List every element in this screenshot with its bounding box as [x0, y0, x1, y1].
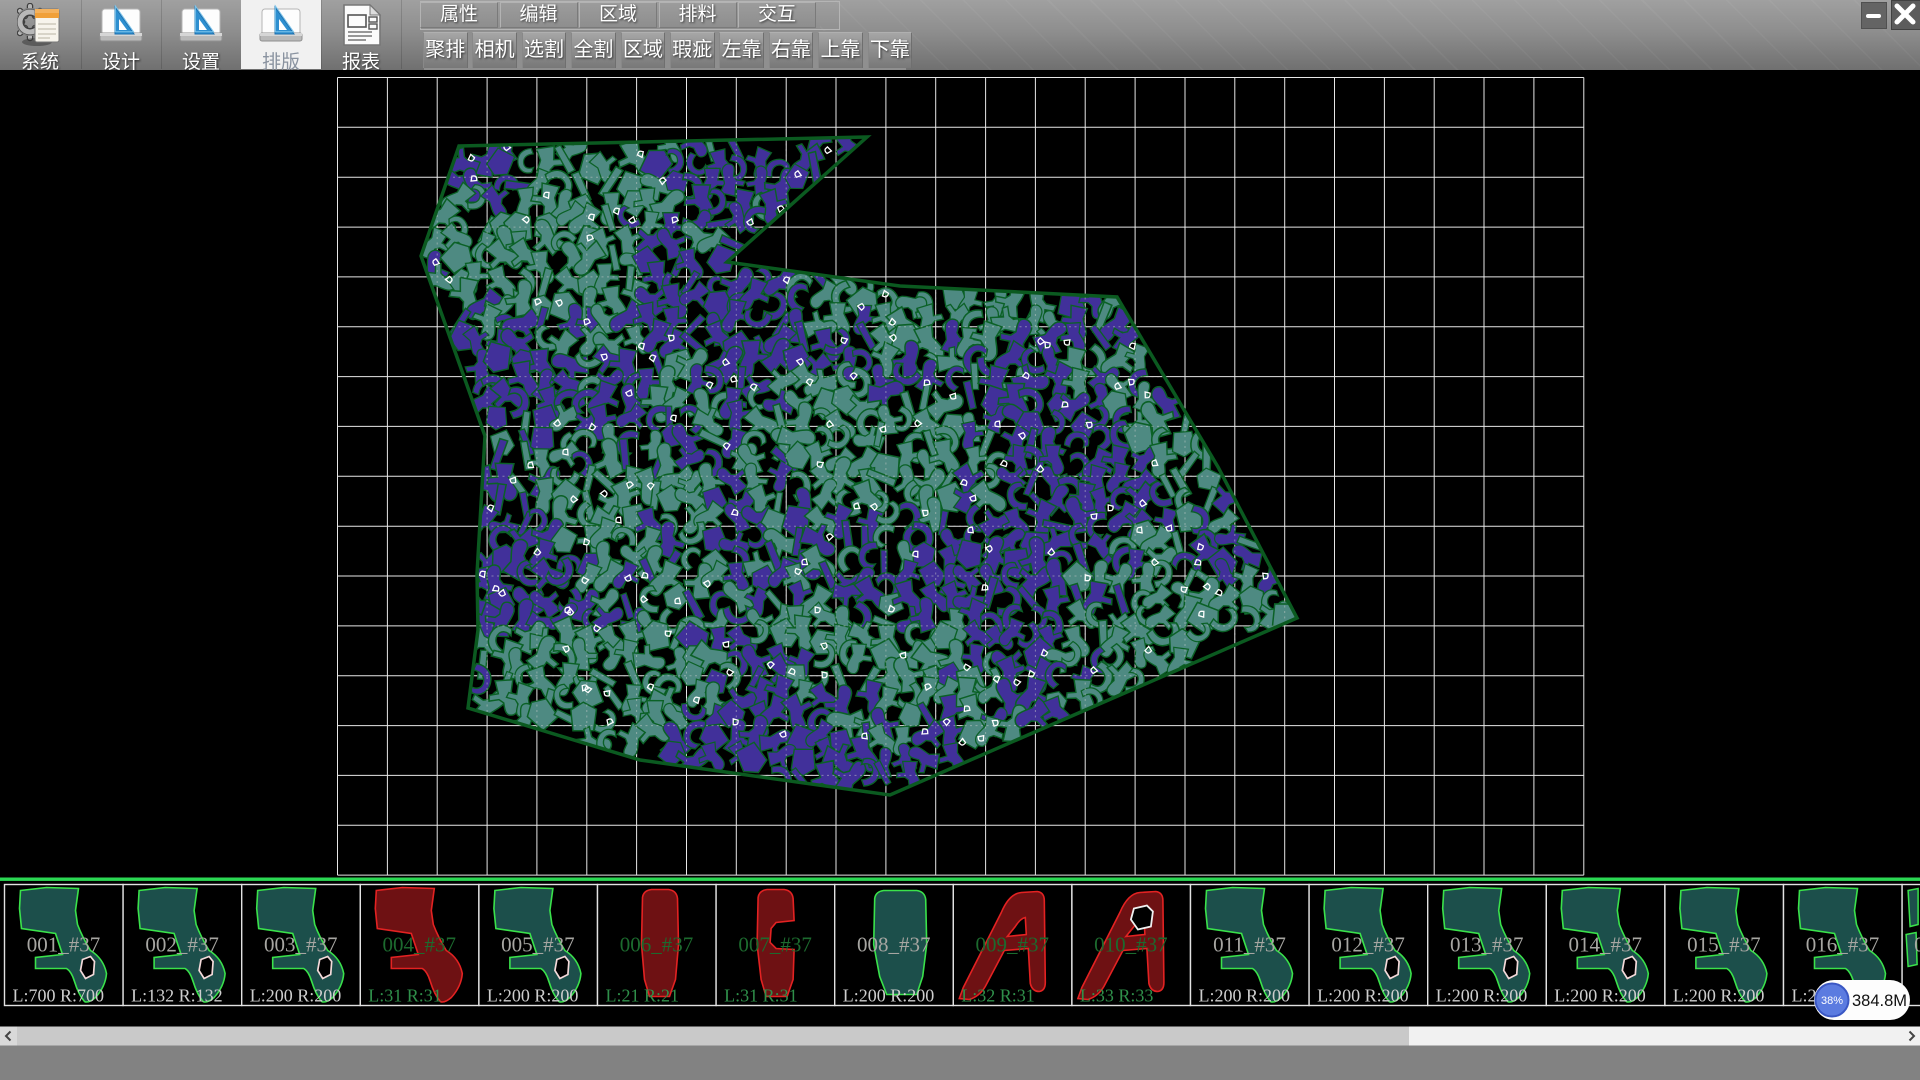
svg-text:L:31 R:31: L:31 R:31: [724, 986, 798, 1006]
svg-text:016_#37: 016_#37: [1806, 933, 1880, 957]
svg-text:013_#37: 013_#37: [1450, 933, 1524, 957]
svg-text:004_#37: 004_#37: [383, 933, 457, 957]
svg-text:014_#37: 014_#37: [1569, 933, 1643, 957]
svg-text:38%: 38%: [1821, 995, 1843, 1007]
svg-text:L:200 R:200: L:200 R:200: [1199, 986, 1291, 1006]
svg-text:L:200 R:200: L:200 R:200: [1554, 986, 1646, 1006]
svg-text:007_#37: 007_#37: [738, 933, 812, 957]
svg-text:0: 0: [1914, 933, 1920, 957]
svg-text:006_#37: 006_#37: [620, 933, 694, 957]
svg-text:009_#37: 009_#37: [976, 933, 1050, 957]
svg-text:L:700 R:700: L:700 R:700: [13, 986, 105, 1006]
svg-text:L:200 R:200: L:200 R:200: [843, 986, 935, 1006]
svg-text:384.8M: 384.8M: [1852, 992, 1907, 1010]
svg-text:010_#37: 010_#37: [1094, 933, 1168, 957]
svg-text:011_#37: 011_#37: [1213, 933, 1286, 957]
svg-text:L:33 R:33: L:33 R:33: [1080, 986, 1154, 1006]
svg-text:L:21 R:21: L:21 R:21: [606, 986, 680, 1006]
svg-text:L:200 R:200: L:200 R:200: [250, 986, 342, 1006]
svg-text:L:200 R:200: L:200 R:200: [1436, 986, 1528, 1006]
svg-text:005_#37: 005_#37: [501, 933, 575, 957]
svg-text:012_#37: 012_#37: [1331, 933, 1405, 957]
svg-text:L:200 R:200: L:200 R:200: [487, 986, 579, 1006]
svg-text:015_#37: 015_#37: [1687, 933, 1761, 957]
svg-text:003_#37: 003_#37: [264, 933, 338, 957]
svg-text:L:200 R:200: L:200 R:200: [1317, 986, 1409, 1006]
svg-text:L:32 R:31: L:32 R:31: [961, 986, 1035, 1006]
svg-text:L:200 R:200: L:200 R:200: [1673, 986, 1765, 1006]
svg-text:001_#37: 001_#37: [27, 933, 101, 957]
svg-text:008_#37: 008_#37: [857, 933, 931, 957]
svg-text:002_#37: 002_#37: [145, 933, 219, 957]
svg-text:L:31 R:31: L:31 R:31: [368, 986, 442, 1006]
svg-text:L:132 R:132: L:132 R:132: [131, 986, 223, 1006]
